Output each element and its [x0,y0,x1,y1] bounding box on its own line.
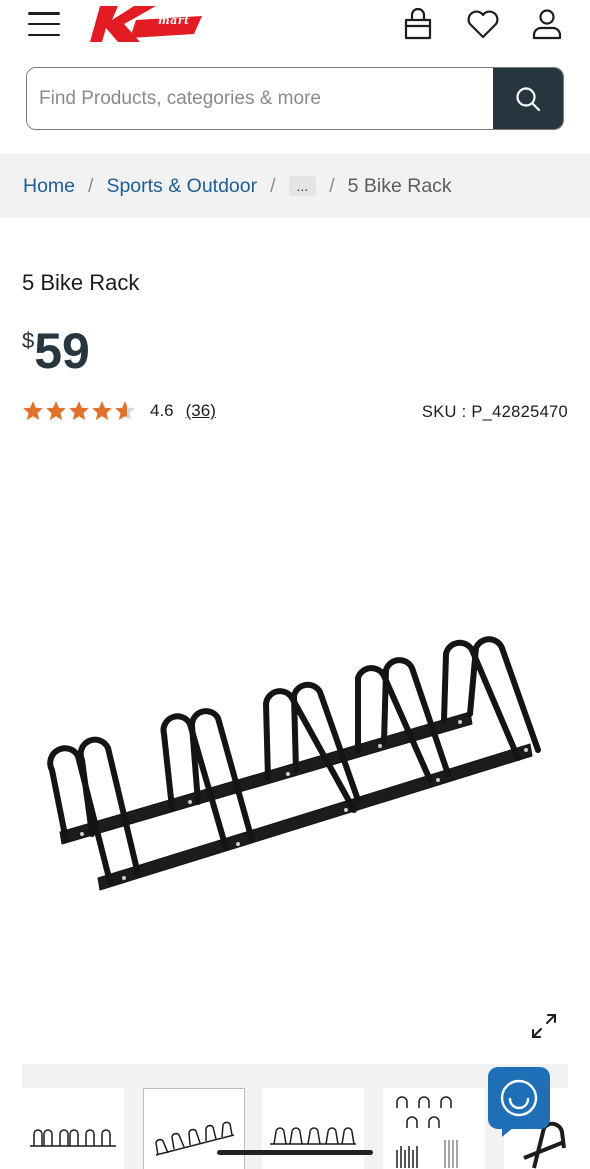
star-icon [46,401,66,421]
breadcrumb-separator: / [270,174,276,197]
thumbnail-image [396,1096,458,1168]
home-indicator [217,1150,373,1155]
breadcrumb-more[interactable]: ... [288,176,317,196]
chat-icon [500,1079,538,1137]
thumbnail[interactable] [262,1088,364,1169]
star-icon [115,401,135,421]
heart-icon[interactable] [465,6,501,42]
price-currency: $ [22,328,35,353]
review-count-link[interactable]: (36) [186,401,216,421]
header: mart [0,0,590,50]
search-bar [26,67,564,130]
breadcrumb-current: 5 Bike Rack [347,174,452,197]
star-icon [92,401,112,421]
price-amount: 59 [34,323,90,379]
search-button[interactable] [493,68,563,129]
rating-value: 4.6 [150,401,174,420]
menu-icon[interactable] [28,8,62,40]
star-icon [23,401,43,421]
product-title: 5 Bike Rack [22,270,140,295]
thumbnail-image [270,1127,356,1145]
bag-icon[interactable] [400,6,436,42]
breadcrumb: Home / Sports & Outdoor / ... / 5 Bike R… [0,154,590,218]
breadcrumb-separator: / [329,174,335,197]
product-rating: 4.6 (36) [22,400,216,422]
breadcrumb-home[interactable]: Home [23,175,75,198]
breadcrumb-sports-outdoor[interactable]: Sports & Outdoor [106,175,257,198]
chat-button[interactable] [488,1067,550,1137]
breadcrumb-separator: / [88,174,94,197]
thumbnail-image [30,1129,116,1147]
thumbnail[interactable] [22,1088,124,1169]
brand-text: mart [158,14,190,27]
thumbnail[interactable] [383,1088,485,1169]
expand-icon[interactable] [528,1010,560,1042]
star-icon [69,401,89,421]
thumbnail[interactable] [143,1088,245,1169]
user-icon[interactable] [529,6,565,42]
rating-stars[interactable] [22,400,136,422]
search-input[interactable] [27,68,493,129]
product-sku: SKU : P_42825470 [421,403,568,421]
product-image[interactable] [40,630,550,910]
search-icon [516,86,541,111]
thumbnail-image [155,1121,235,1156]
product-price: $59 [22,322,90,380]
